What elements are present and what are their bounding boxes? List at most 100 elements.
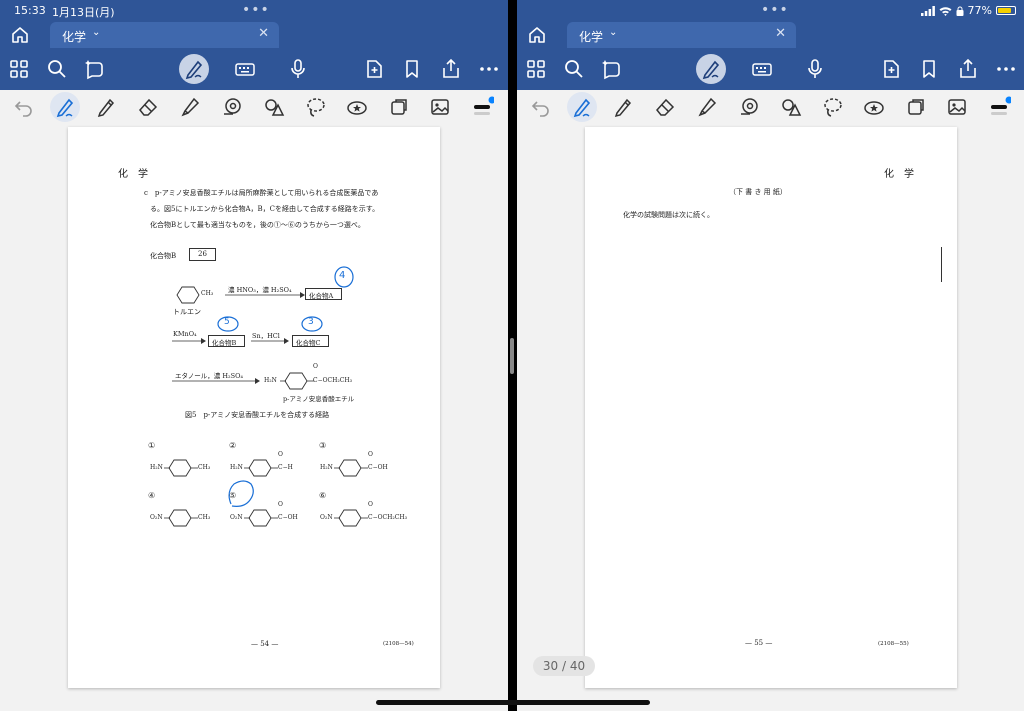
choice-left-group: O₂N: [150, 514, 163, 521]
choice-number: ⑥: [319, 491, 327, 500]
more-icon[interactable]: [995, 58, 1017, 80]
product-name: p-アミノ安息香酸エチル: [283, 395, 355, 403]
tape-icon[interactable]: [738, 96, 760, 118]
image-icon[interactable]: [429, 96, 451, 118]
home-icon[interactable]: [527, 26, 547, 44]
choice-ring: [334, 509, 368, 527]
eraser-icon[interactable]: [137, 96, 159, 118]
tab-label: 化学: [62, 30, 87, 44]
status-date: 1月13日(月): [52, 6, 115, 19]
handwritten-note: 3: [308, 317, 314, 327]
add-page-icon[interactable]: [880, 58, 902, 80]
keyboard-icon[interactable]: [234, 58, 256, 80]
choice-oxygen: O: [278, 451, 283, 458]
choice-ring: [164, 509, 198, 527]
handwritten-answer-circle[interactable]: [224, 478, 258, 510]
status-indicators: 77%: [920, 4, 1016, 17]
page-footer-code: (2108—55): [878, 641, 909, 647]
ai-assist-icon[interactable]: [84, 58, 106, 80]
split-handle[interactable]: [510, 338, 514, 374]
choice-number: ④: [148, 491, 156, 500]
bookmark-icon[interactable]: [918, 58, 940, 80]
status-time: 15:33: [14, 4, 46, 17]
grid-icon[interactable]: [525, 58, 547, 80]
compound-c-label: 化合物C: [296, 339, 321, 347]
pen-mode-icon[interactable]: [179, 54, 209, 84]
multitask-dots-icon[interactable]: •••: [242, 2, 270, 18]
ai-assist-icon[interactable]: [601, 58, 623, 80]
bookmark-icon[interactable]: [401, 58, 423, 80]
chevron-down-icon[interactable]: ⌄: [609, 27, 617, 38]
lock-icon: [956, 6, 964, 16]
tab-chemistry[interactable]: 化学 ⌄ ✕: [50, 22, 279, 48]
share-icon[interactable]: [957, 58, 979, 80]
pencil-icon[interactable]: [95, 96, 117, 118]
pen-mode-icon[interactable]: [696, 54, 726, 84]
sticker-icon[interactable]: [863, 96, 885, 118]
close-icon[interactable]: ✕: [775, 26, 786, 41]
drawing-toolbar: [0, 90, 508, 124]
lasso-icon[interactable]: [822, 96, 844, 118]
document-page-55: 化 学 （下 書 き 用 紙） 化学の試験問題は次に続く。 — 55 — (21…: [585, 127, 957, 688]
product-ester: C−OCH₂CH₃: [313, 377, 352, 384]
draft-page-label: （下 書 き 用 紙）: [729, 188, 787, 196]
page-counter: 30 / 40: [533, 656, 595, 676]
keyboard-icon[interactable]: [751, 58, 773, 80]
search-icon[interactable]: [563, 58, 585, 80]
choice-oxygen: O: [278, 501, 283, 508]
add-page-icon[interactable]: [363, 58, 385, 80]
pencil-icon[interactable]: [612, 96, 634, 118]
eraser-icon[interactable]: [654, 96, 676, 118]
undo-icon[interactable]: [12, 96, 34, 118]
handwritten-note: 5: [224, 317, 230, 327]
answer-box: 26: [189, 248, 216, 261]
sticker-icon[interactable]: [346, 96, 368, 118]
choice-left-group: O₂N: [320, 514, 333, 521]
choice-ring: [334, 459, 368, 477]
pen-thickness-icon[interactable]: [989, 96, 1013, 118]
pen-thickness-icon[interactable]: [472, 96, 496, 118]
product-oxygen: O: [313, 363, 318, 370]
home-icon[interactable]: [10, 26, 30, 44]
grid-icon[interactable]: [8, 58, 30, 80]
highlighter-icon[interactable]: [179, 96, 201, 118]
shapes-icon[interactable]: [780, 96, 802, 118]
ballpoint-pen-icon[interactable]: [50, 92, 80, 122]
close-icon[interactable]: ✕: [258, 26, 269, 41]
undo-icon[interactable]: [529, 96, 551, 118]
arrow-2: [172, 338, 206, 344]
microphone-icon[interactable]: [287, 58, 309, 80]
tape-icon[interactable]: [221, 96, 243, 118]
choice-right-group: CH₃: [198, 514, 211, 521]
choice-oxygen: O: [368, 501, 373, 508]
choice-left-group: O₂N: [230, 514, 243, 521]
wifi-icon: [939, 6, 952, 16]
tab-chemistry[interactable]: 化学 ⌄ ✕: [567, 22, 796, 48]
search-icon[interactable]: [46, 58, 68, 80]
choice-ring: [244, 509, 278, 527]
shapes-icon[interactable]: [263, 96, 285, 118]
sticky-note-icon[interactable]: [388, 96, 410, 118]
choice-right-group: C−OCH₂CH₃: [368, 514, 407, 521]
ballpoint-pen-icon[interactable]: [567, 92, 597, 122]
highlighter-icon[interactable]: [696, 96, 718, 118]
chevron-down-icon[interactable]: ⌄: [92, 27, 100, 38]
compound-b-label: 化合物B: [212, 339, 237, 347]
choice-right-group: C−OH: [278, 514, 298, 521]
choice-ring: [244, 459, 278, 477]
battery-percent: 77%: [967, 4, 992, 17]
share-icon[interactable]: [440, 58, 462, 80]
sticky-note-icon[interactable]: [905, 96, 927, 118]
multitask-dots-icon[interactable]: •••: [761, 2, 789, 18]
home-indicator[interactable]: [376, 700, 650, 705]
choice-ring: [164, 459, 198, 477]
microphone-icon[interactable]: [804, 58, 826, 80]
choice-number: ①: [148, 441, 156, 450]
question-text-line: 化合物Bとして最も適当なものを，後の①～⑥のうちから一つ選べ。: [150, 221, 365, 229]
status-bar: 15:33 1月13日(月) •••: [0, 0, 508, 20]
battery-icon: [996, 6, 1016, 15]
more-icon[interactable]: [478, 58, 500, 80]
answer-label: 化合物B: [150, 252, 177, 260]
image-icon[interactable]: [946, 96, 968, 118]
lasso-icon[interactable]: [305, 96, 327, 118]
